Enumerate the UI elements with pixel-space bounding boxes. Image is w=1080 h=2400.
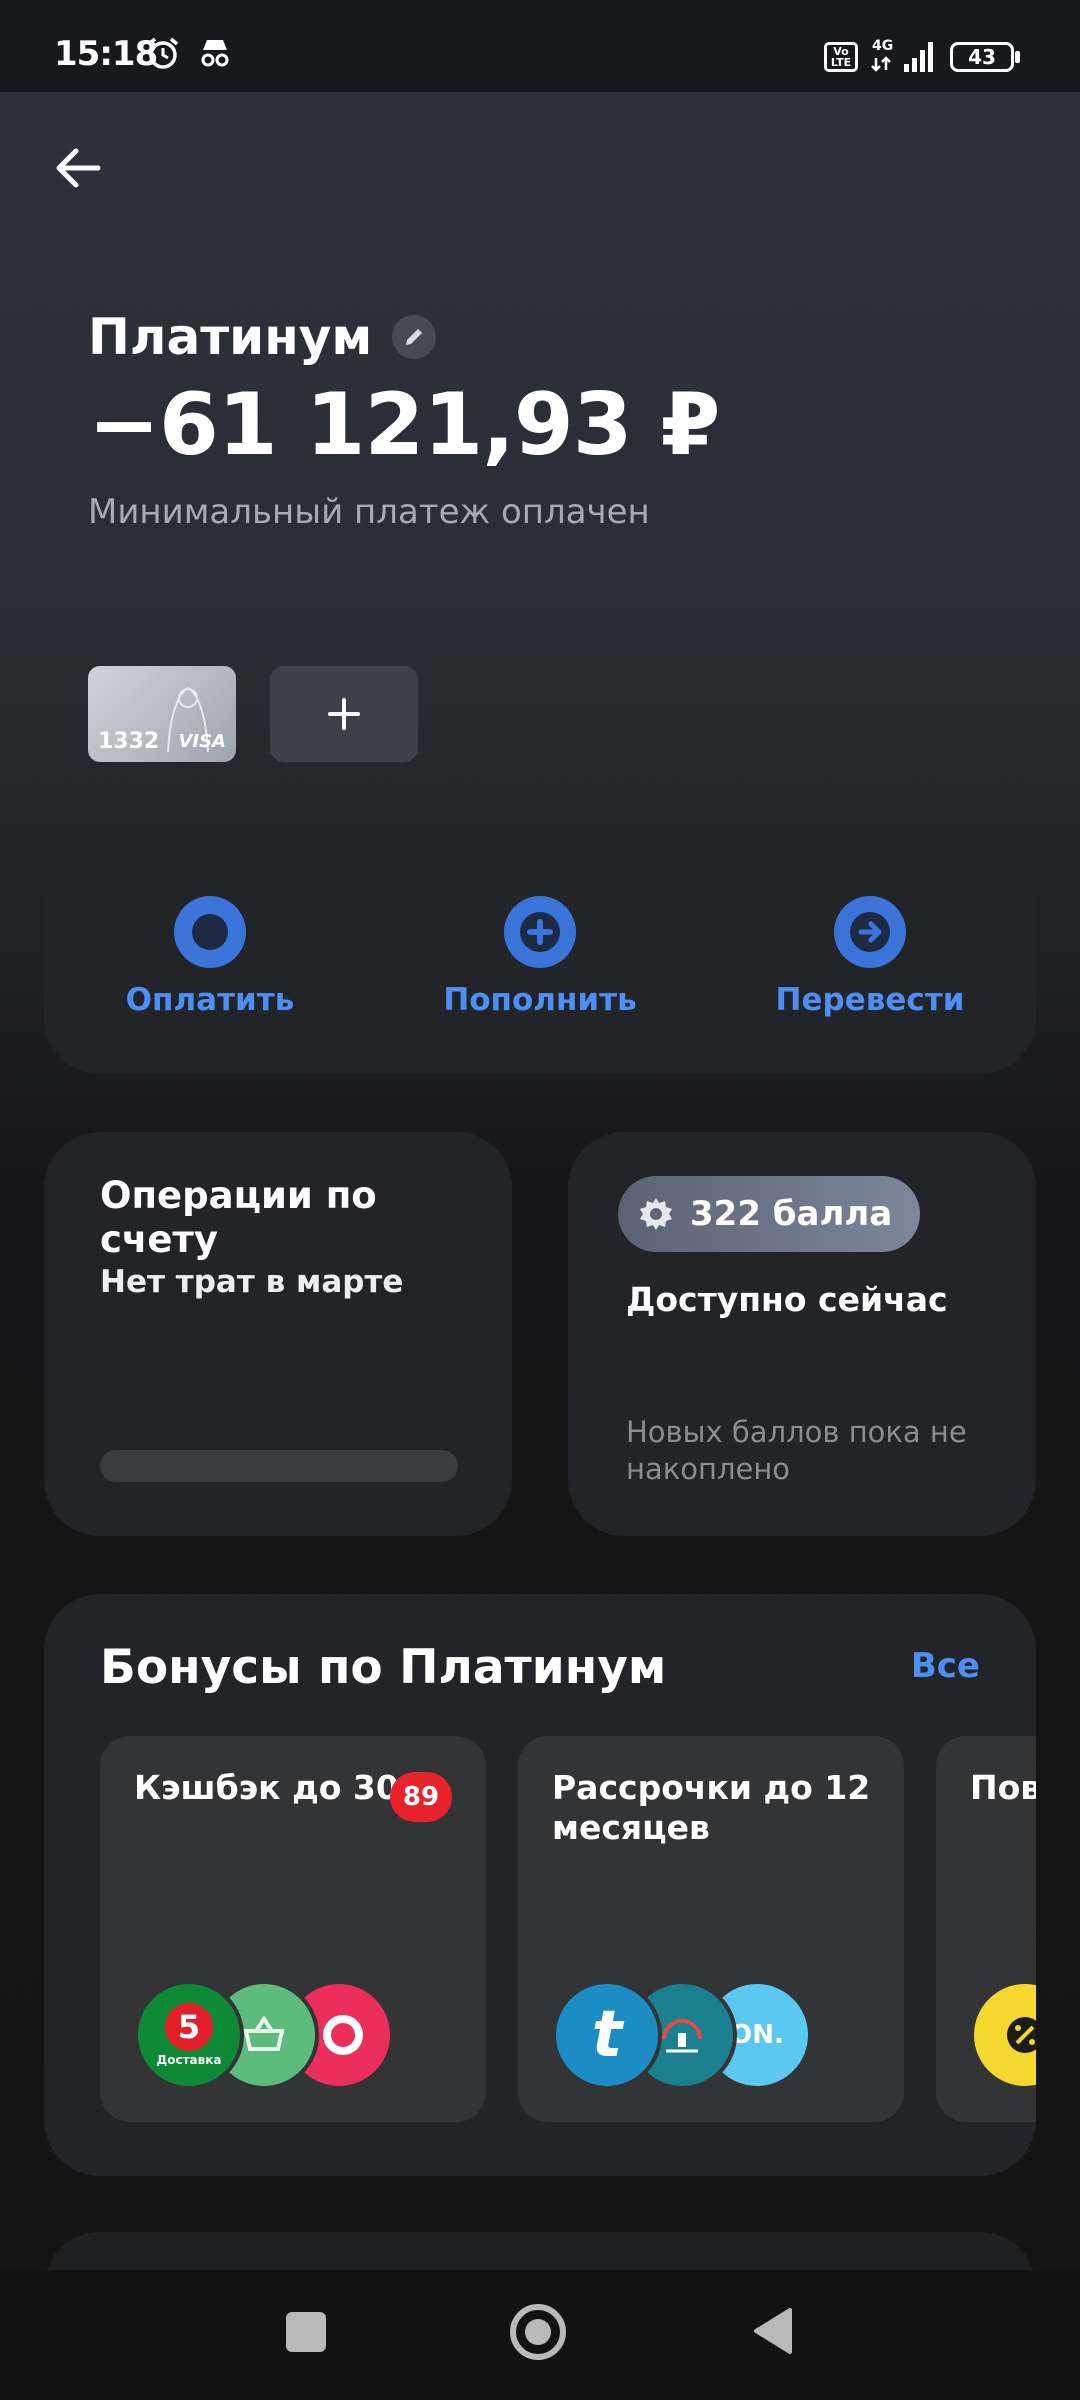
svg-text:4G: 4G [872, 38, 893, 54]
back-arrow-icon[interactable] [50, 140, 106, 196]
alarm-icon [147, 37, 179, 69]
percent-icon [1007, 2017, 1036, 2053]
bonus-tile-cashback-extra[interactable]: Пов кэш [936, 1736, 1036, 2122]
partner-logos: 5 Доставка [134, 1980, 474, 2090]
home-dot [525, 2319, 551, 2345]
signal-icon [904, 42, 933, 72]
add-card-button[interactable] [270, 666, 418, 762]
operations-title: Операции по счету [100, 1174, 377, 1261]
transfer-button[interactable]: Перевести [720, 896, 1020, 1018]
bonus-count-badge: 89 [390, 1772, 452, 1822]
battery-level: 43 [968, 45, 996, 69]
circle-icon [176, 898, 244, 966]
arrow-right-icon [836, 898, 904, 966]
partner-logos: ON. t [552, 1980, 892, 2090]
bonus-tile-title: Рассрочки до 12 месяцев [552, 1768, 871, 1847]
card-number: 1332 [98, 729, 160, 754]
system-nav-bar [0, 2270, 1080, 2400]
status-bar: 15:18 Vo LTE 4G 43 [0, 0, 1080, 92]
bonus-tile-title: Пов кэш [970, 1768, 1036, 1807]
partner-logos [970, 1980, 1036, 2090]
partner-logo-pyaterochka: 5 Доставка [134, 1980, 244, 2090]
battery-icon: 43 [950, 42, 1020, 72]
points-note: Новых баллов пока не накоплено [626, 1415, 967, 1486]
bonuses-all-link[interactable]: Все [911, 1646, 980, 1686]
action-circle [834, 896, 906, 968]
bonus-tile-cashback[interactable]: Кэшбэк до 30% 89 5 Доставка [100, 1736, 486, 2122]
volte-icon: Vo LTE [824, 42, 858, 72]
operations-subtitle: Нет трат в марте [100, 1264, 404, 1300]
partner-logo-percent [970, 1980, 1036, 2090]
status-time: 15:18 [54, 34, 158, 74]
points-badge: 322 балла [618, 1176, 921, 1252]
pay-label: Оплатить [125, 982, 295, 1018]
card-thumbnail[interactable]: 1332 VISA [88, 666, 236, 762]
pay-button[interactable]: Оплатить [60, 896, 360, 1018]
bonuses-title: Бонусы по Платинум [100, 1640, 667, 1695]
points-balance: 322 балла [690, 1194, 893, 1234]
partner-logo-t: t [552, 1980, 662, 2090]
operations-card[interactable]: Операции по счету Нет трат в марте [44, 1132, 512, 1536]
incognito-icon [201, 40, 229, 67]
account-title: Платинум [88, 308, 373, 366]
home-button[interactable] [510, 2304, 566, 2360]
action-circle [504, 896, 576, 968]
account-title-row: Платинум [88, 308, 437, 366]
points-card[interactable]: 322 балла Доступно сейчас Новых баллов п… [568, 1132, 1036, 1536]
account-balance: −61 121,93 ₽ [88, 375, 720, 475]
bonuses-panel: Бонусы по Платинум Все Кэшбэк до 30% 89 … [44, 1594, 1036, 2176]
actions-panel: Оплатить Пополнить Перевести [44, 842, 1036, 1074]
payment-status: Минимальный платеж оплачен [88, 492, 650, 532]
points-available: Доступно сейчас [626, 1280, 948, 1319]
transfer-label: Перевести [775, 982, 965, 1018]
pencil-icon [406, 329, 423, 345]
nav-back-icon[interactable] [750, 2306, 794, 2356]
bonus-tile-installments[interactable]: Рассрочки до 12 месяцев ON. t [518, 1736, 904, 2122]
pyaterochka-logo-mark: 5 [165, 2003, 213, 2051]
top-up-label: Пополнить [443, 982, 637, 1018]
action-circle [174, 896, 246, 968]
plus-icon [506, 898, 574, 966]
spending-bar [100, 1450, 458, 1482]
edit-name-button[interactable] [392, 315, 437, 359]
points-gear-icon [640, 1198, 672, 1230]
card-brand: VISA [178, 731, 226, 752]
recent-apps-button[interactable] [286, 2312, 326, 2352]
plus-icon [328, 698, 360, 730]
pyaterochka-caption: Доставка [156, 2053, 222, 2067]
top-up-button[interactable]: Пополнить [390, 896, 690, 1018]
